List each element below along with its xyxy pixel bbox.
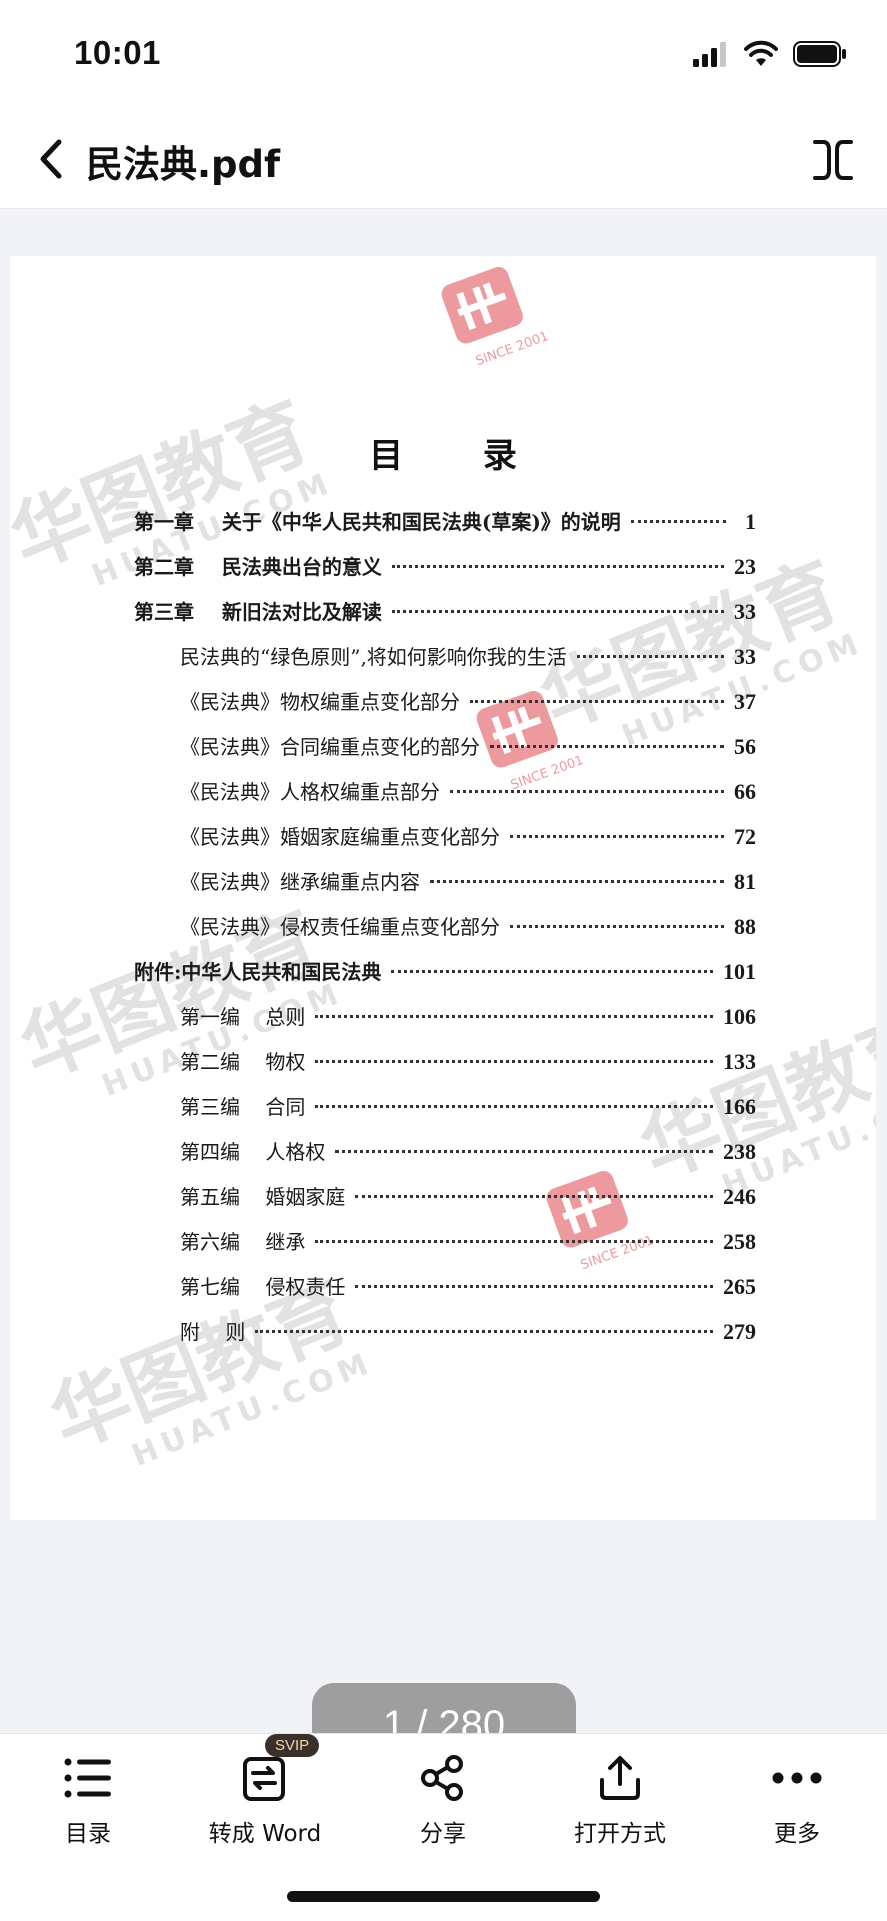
- battery-icon: [793, 41, 846, 67]
- document-title: 民法典.pdf: [86, 143, 281, 186]
- toc-entry[interactable]: 《民法典》人格权编重点部分 66: [180, 776, 756, 821]
- share-label: 分享: [420, 1821, 466, 1847]
- wifi-icon: [744, 40, 778, 66]
- toc-entry[interactable]: 《民法典》继承编重点内容 81: [180, 866, 756, 911]
- open-with-button[interactable]: 打开方式: [545, 1750, 695, 1870]
- more-button[interactable]: 更多: [722, 1750, 872, 1870]
- convert-document-icon: SVIP: [237, 1734, 320, 1806]
- fullscreen-button[interactable]: [805, 132, 861, 188]
- toc-entry[interactable]: 第三章 新旧法对比及解读 33: [134, 596, 756, 641]
- back-button[interactable]: [26, 132, 76, 186]
- toc-entry[interactable]: 《民法典》侵权责任编重点变化部分 88: [180, 911, 756, 956]
- toc-entry[interactable]: 第一编 总则 106: [180, 1001, 756, 1046]
- toc-entry[interactable]: 第一章 关于《中华人民共和国民法典(草案)》的说明 1: [134, 506, 756, 551]
- svg-text:SINCE 2001: SINCE 2001: [474, 329, 551, 369]
- toc-button-label: 目录: [65, 1821, 111, 1847]
- cellular-signal-icon: [693, 42, 726, 67]
- toc-entry[interactable]: 民法典的“绿色原则”,将如何影响你我的生活 33: [180, 641, 756, 686]
- pdf-page[interactable]: 华图教育 HUATU.COM 华图教育 HUATU.COM 华图教育 HUATU.CO…: [10, 256, 876, 1520]
- chevron-left-icon: [40, 139, 62, 179]
- toc-entry[interactable]: 《民法典》合同编重点变化的部分 56: [180, 731, 756, 776]
- share-button[interactable]: 分享: [368, 1750, 518, 1870]
- nav-bar: 民法典.pdf: [0, 110, 887, 209]
- status-icons: [693, 40, 847, 68]
- toc-entry[interactable]: 《民法典》婚姻家庭编重点变化部分 72: [180, 821, 756, 866]
- toc-entry[interactable]: 《民法典》物权编重点变化部分 37: [180, 686, 756, 731]
- status-bar: 10:01: [0, 0, 887, 110]
- home-indicator[interactable]: [287, 1891, 600, 1902]
- toc-entry[interactable]: 第三编 合同 166: [180, 1091, 756, 1136]
- toc-entry[interactable]: 第五编 婚姻家庭 246: [180, 1181, 756, 1226]
- toc-entry[interactable]: 第六编 继承 258: [180, 1226, 756, 1271]
- huatu-logo-watermark: SINCE 2001: [441, 266, 551, 369]
- toc-button[interactable]: 目录: [13, 1750, 163, 1870]
- bottom-toolbar: 目录 SVIP 转成 Word 分享 打开方式 更多: [0, 1733, 887, 1921]
- watermark: 华图教育 HUATU.COM: [38, 1266, 379, 1474]
- upload-icon: [592, 1750, 648, 1806]
- more-dots-icon: [769, 1750, 825, 1806]
- toc-heading: 目 录: [369, 436, 551, 476]
- collapse-icon: [813, 140, 853, 180]
- share-nodes-icon: [415, 1750, 471, 1806]
- toc-entry[interactable]: 附件:中华人民共和国民法典 101: [134, 956, 756, 1001]
- list-icon: [60, 1750, 116, 1806]
- more-label: 更多: [774, 1821, 820, 1847]
- toc-entry[interactable]: 第二编 物权 133: [180, 1046, 756, 1091]
- convert-to-word-label: 转成 Word: [208, 1821, 322, 1847]
- toc-entry[interactable]: 第二章 民法典出台的意义 23: [134, 551, 756, 596]
- status-time: 10:01: [74, 34, 161, 71]
- toc-entry[interactable]: 第七编 侵权责任 265: [180, 1271, 756, 1316]
- open-with-label: 打开方式: [574, 1821, 666, 1847]
- svip-badge: SVIP: [265, 1734, 320, 1757]
- toc-entry[interactable]: 第四编 人格权 238: [180, 1136, 756, 1181]
- toc-entry[interactable]: 附 则 279: [180, 1316, 756, 1361]
- convert-to-word-button[interactable]: SVIP 转成 Word: [190, 1734, 340, 1870]
